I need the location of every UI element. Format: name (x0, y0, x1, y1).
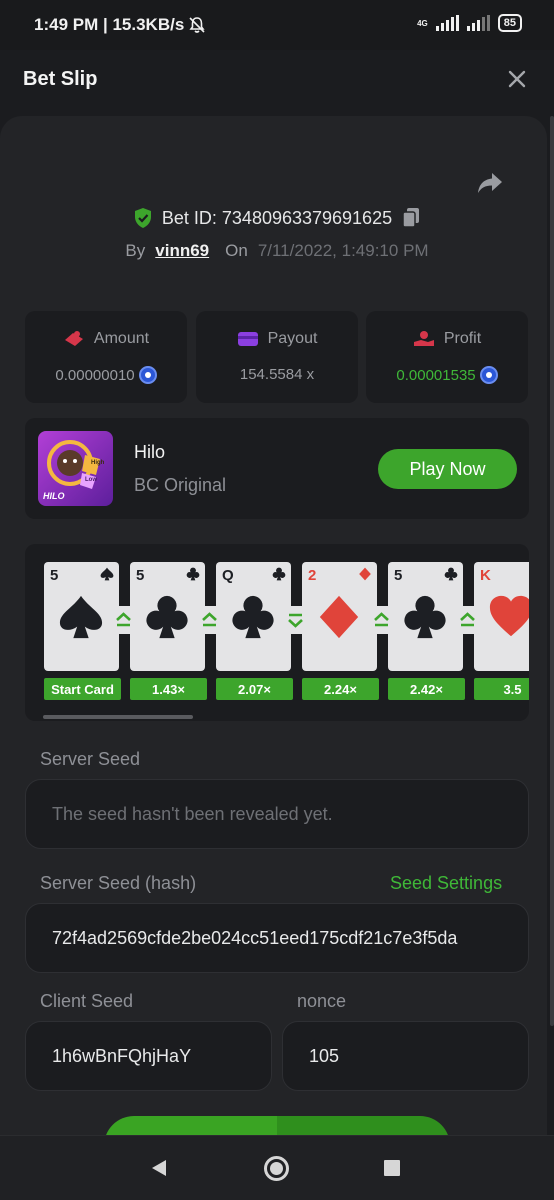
signal-icon (435, 15, 459, 31)
profit-value: 0.00001535 (396, 366, 476, 384)
diamond-large-icon (319, 595, 359, 639)
card-rank: 5 (50, 567, 59, 584)
hilo-thumbnail[interactable]: High Low HILO (38, 431, 113, 506)
club-icon (444, 567, 458, 581)
payout-card: Payout 154.5584 x (196, 311, 358, 403)
server-seed-label: Server Seed (40, 749, 141, 769)
game-card: High Low HILO Hilo BC Original Play Now (25, 418, 529, 519)
multiplier-badge: Start Card (44, 678, 121, 700)
playing-card: Q (216, 562, 291, 671)
bet-id: Bet ID: 734809633796916​25 (161, 207, 393, 228)
card-rank: 5 (136, 567, 145, 584)
diamond-icon (359, 567, 371, 581)
server-seed-field[interactable]: The seed hasn't been revealed yet. (25, 779, 529, 849)
nonce-label: nonce (297, 991, 347, 1011)
higher-arrow-icon (110, 606, 137, 634)
playing-card: 5 (44, 562, 119, 671)
copy-icon[interactable] (401, 207, 421, 229)
club-large-icon (232, 595, 274, 639)
lower-arrow-icon (282, 606, 309, 634)
client-seed-label: Client Seed (40, 991, 134, 1011)
wallet-icon (237, 332, 258, 346)
back-icon[interactable] (150, 1158, 168, 1178)
card-rank: 5 (394, 567, 403, 584)
cards-scrollbar[interactable] (43, 715, 193, 719)
status-time: 1:49 PM | 15.3KB/s (34, 15, 206, 35)
game-subtitle: BC Original (134, 475, 227, 495)
home-icon[interactable] (264, 1156, 289, 1181)
bet-meta-row: By vinn69 On 7/11/2022, 1:49:10 PM (0, 241, 554, 261)
spade-large-icon (59, 595, 103, 639)
game-name: Hilo (134, 442, 166, 462)
header: Bet Slip (0, 50, 554, 116)
bet-datetime: 7/11/2022, 1:49:10 PM (257, 241, 429, 260)
club-large-icon (404, 595, 446, 639)
share-icon[interactable] (476, 170, 504, 196)
club-icon (272, 567, 286, 581)
higher-arrow-icon (196, 606, 223, 634)
playing-card: 5 (130, 562, 205, 671)
multiplier-badge: 3.5 (474, 678, 529, 700)
playing-card: 5 (388, 562, 463, 671)
multiplier-badge: 1.43× (130, 678, 207, 700)
bet-amount-icon (64, 331, 83, 346)
thumb-high: High (91, 460, 105, 466)
multiplier-badge: 2.07× (216, 678, 293, 700)
recents-icon[interactable] (384, 1160, 400, 1176)
shield-check-icon (134, 208, 151, 228)
amount-value: 0.00000010 (55, 366, 135, 384)
status-icons: 4G 85 (417, 14, 522, 32)
amount-label: Amount (93, 330, 150, 347)
higher-arrow-icon (368, 606, 395, 634)
heart-large-icon (489, 595, 529, 637)
status-bar: 1:49 PM | 15.3KB/s 4G 85 (0, 0, 554, 50)
cards-history[interactable]: 5 Start Card 5 1.43× Q 2.07× 2 2.24× 5 2.42× K 3.5 (25, 544, 529, 721)
close-icon[interactable] (506, 68, 528, 90)
play-now-button[interactable]: Play Now (378, 449, 517, 489)
battery-icon: 85 (497, 14, 522, 32)
amount-card: Amount 0.00000010 (25, 311, 187, 403)
spade-icon (100, 567, 114, 581)
playing-card: 2 (302, 562, 377, 671)
profit-label: Profit (443, 330, 482, 347)
client-seed-field[interactable]: 1h6wBnFQhjHaY (25, 1021, 272, 1091)
payout-value: 154.5584 x (239, 366, 315, 383)
thumb-title: HILO (43, 491, 65, 501)
club-icon (186, 567, 200, 581)
signal-2-icon (466, 15, 490, 31)
thumb-low: Low (85, 477, 97, 483)
playing-card: K (474, 562, 529, 671)
multiplier-badge: 2.24× (302, 678, 379, 700)
profit-hand-icon (413, 331, 434, 346)
card-rank: 2 (308, 567, 317, 584)
card-rank: K (480, 567, 491, 584)
nonce-field[interactable]: 105 (282, 1021, 529, 1091)
by-label: By (125, 241, 146, 260)
server-hash-label: Server Seed (hash) (40, 873, 197, 893)
coin-icon (479, 366, 498, 384)
page-title: Bet Slip (23, 68, 98, 90)
server-hash-field[interactable]: 72f4ad2569cfde2be024cc51eed175cdf21c7e3f… (25, 903, 529, 973)
higher-arrow-icon (454, 606, 481, 634)
card-rank: Q (222, 567, 234, 584)
username-link[interactable]: vinn69 (155, 241, 209, 261)
on-label: On (225, 241, 248, 260)
bell-off-icon (189, 17, 205, 33)
profit-card: Profit 0.00001535 (366, 311, 528, 403)
coin-icon (138, 366, 157, 384)
bet-id-row: Bet ID: 734809633796916​25 (0, 207, 554, 229)
payout-label: Payout (267, 330, 318, 347)
network-type: 4G (417, 18, 428, 28)
seed-settings-link[interactable]: Seed Settings (390, 873, 502, 894)
multiplier-badge: 2.42× (388, 678, 465, 700)
system-nav-bar (0, 1135, 554, 1200)
club-large-icon (146, 595, 188, 639)
status-time-text: 1:49 PM | 15.3KB/s (34, 15, 185, 34)
